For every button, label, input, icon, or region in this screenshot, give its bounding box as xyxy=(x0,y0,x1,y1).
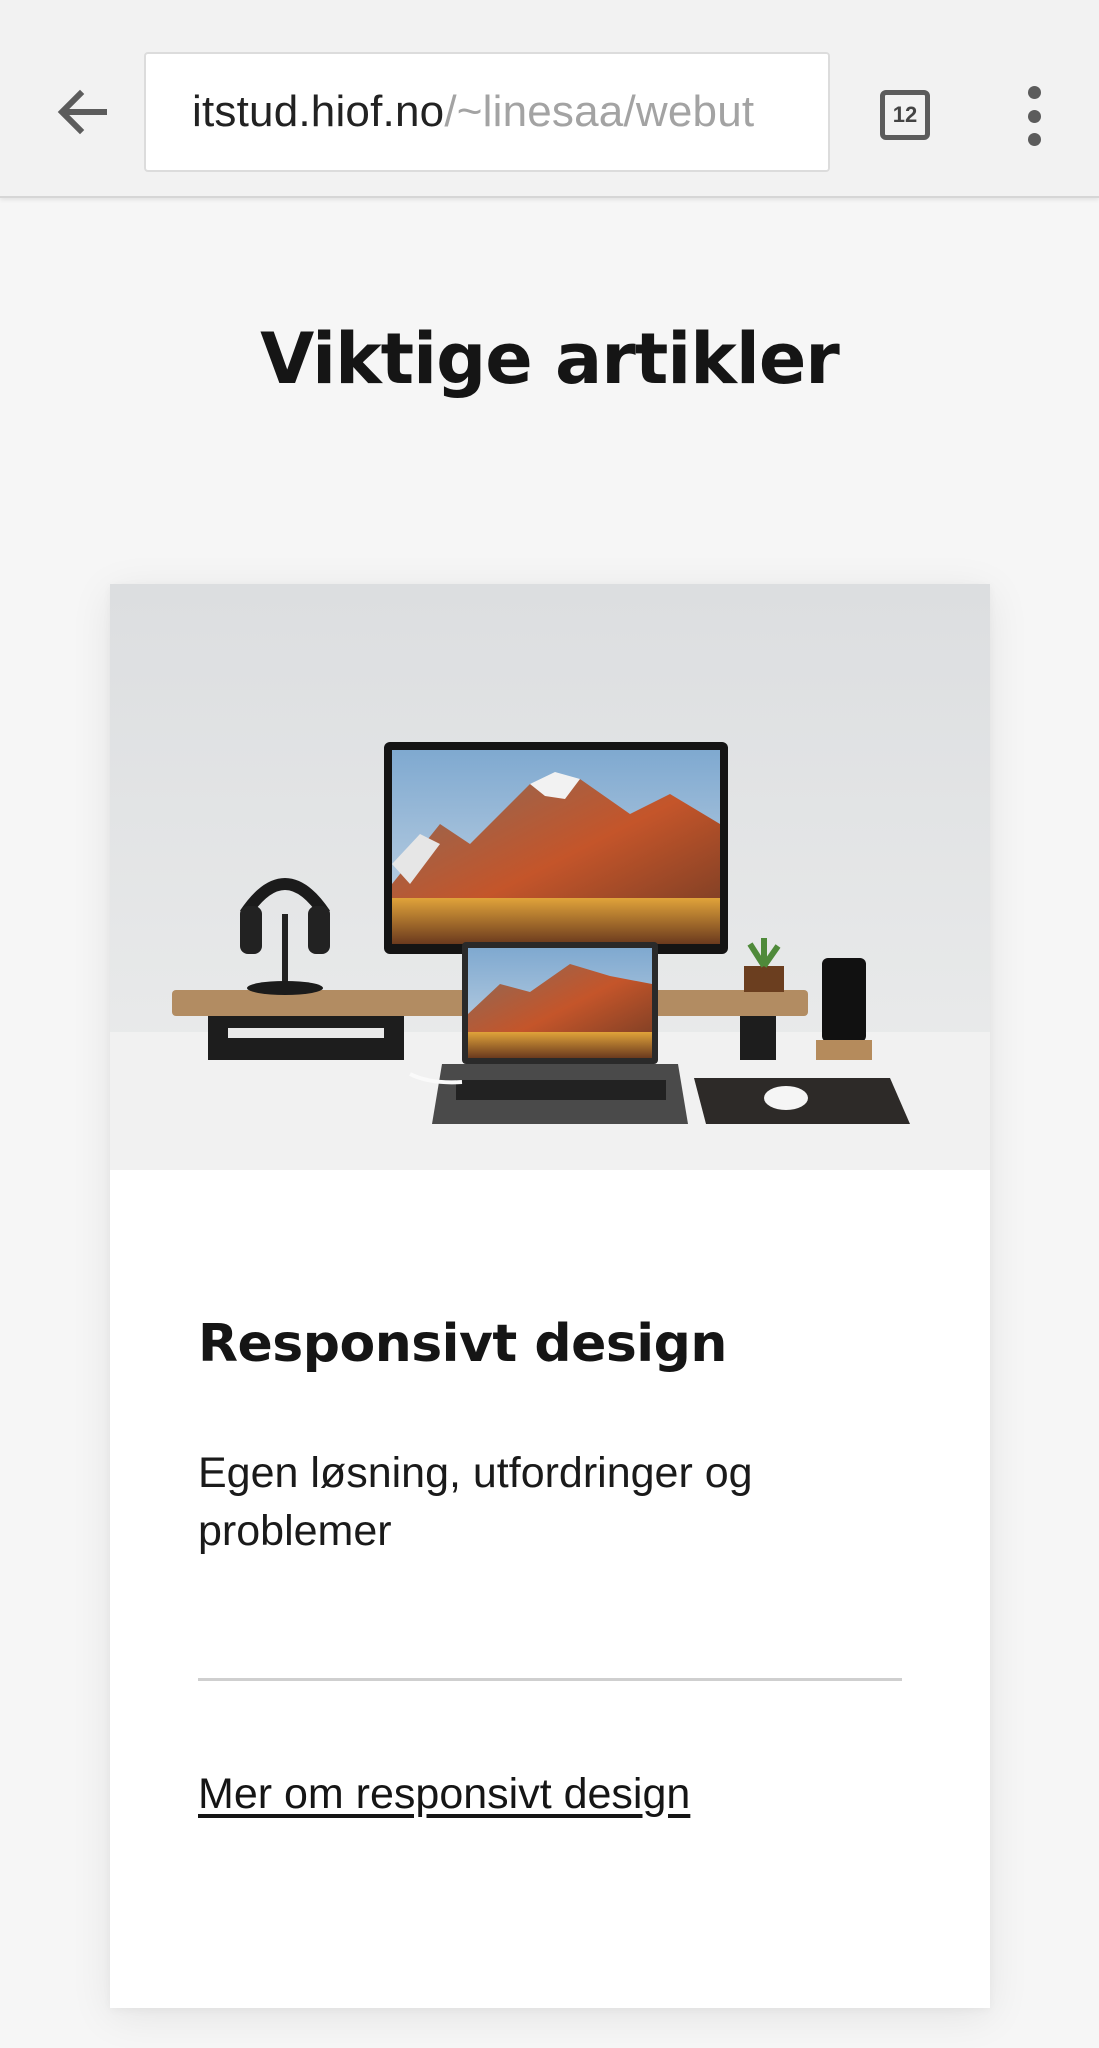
tab-switcher-icon[interactable]: 12 xyxy=(880,90,930,140)
back-button[interactable] xyxy=(44,74,120,150)
card-description: Egen løsning, utfordringer og problemer xyxy=(198,1449,753,1555)
url-path: /~linesaa/webut xyxy=(444,87,755,136)
menu-dot xyxy=(1027,133,1041,146)
url-host: itstud.hiof.no xyxy=(192,87,445,136)
browser-toolbar: itstud.hiof.no/~linesaa/webut 12 xyxy=(0,0,1099,198)
address-bar[interactable]: itstud.hiof.no/~linesaa/webut xyxy=(144,52,830,172)
more-vert-icon[interactable] xyxy=(1018,86,1050,146)
card-title: Responsivt design xyxy=(198,1314,727,1374)
menu-dot xyxy=(1027,86,1041,99)
read-more-link[interactable]: Mer om responsivt design xyxy=(198,1770,690,1819)
article-card: Responsivt design Egen løsning, utfordri… xyxy=(110,584,990,2008)
url-text: itstud.hiof.no/~linesaa/webut xyxy=(192,87,754,137)
card-divider xyxy=(198,1678,902,1681)
desk-setup-image xyxy=(110,584,990,1170)
arrow-left-icon xyxy=(57,89,107,135)
page-title: Viktige artikler xyxy=(260,318,840,400)
tab-count: 12 xyxy=(892,102,918,127)
menu-dot xyxy=(1027,109,1041,123)
url-fade xyxy=(768,54,828,170)
